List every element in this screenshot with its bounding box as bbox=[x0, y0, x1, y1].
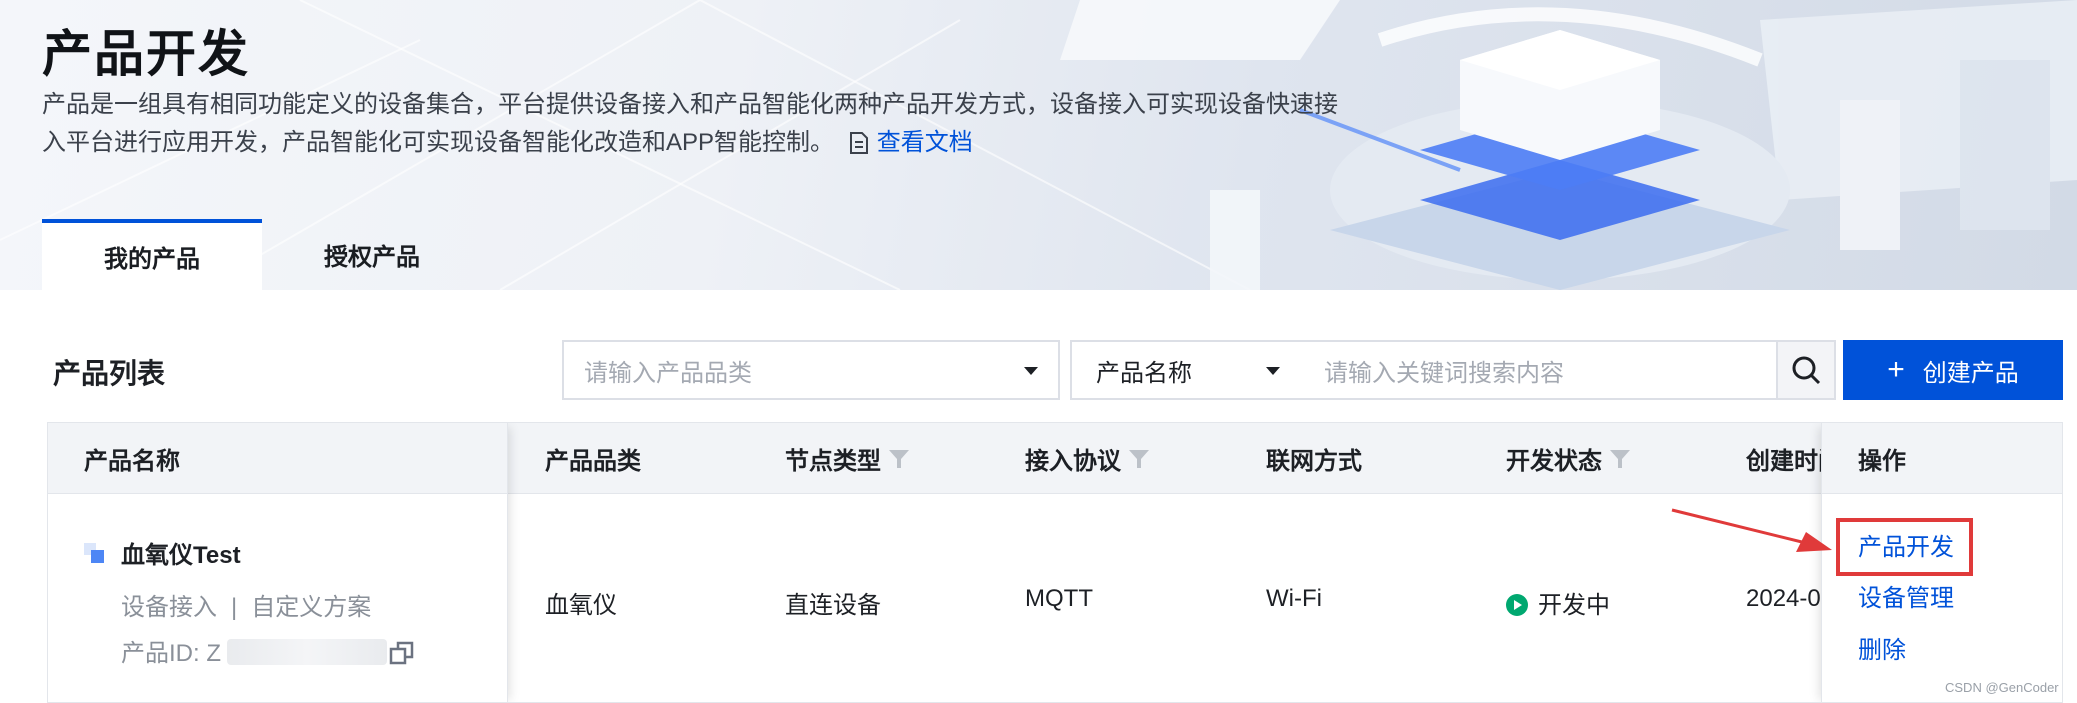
search-input[interactable]: 请输入关键词搜索内容 bbox=[1300, 340, 1778, 400]
tab-authorized-products[interactable]: 授权产品 bbox=[262, 219, 482, 290]
cell-category: 血氧仪 bbox=[545, 592, 617, 619]
fixed-name-column: 产品名称 血氧仪Test 设备接入 | 自定义方案 产品ID: Z bbox=[48, 423, 508, 702]
redacted-id bbox=[227, 639, 388, 665]
product-id-value: Z bbox=[206, 640, 222, 667]
page-description: 产品是一组具有相同功能定义的设备集合，平台提供设备接入和产品智能化两种产品开发方… bbox=[42, 86, 1342, 162]
search-field-select[interactable]: 产品名称 bbox=[1070, 340, 1302, 400]
product-id-label: 产品ID: bbox=[121, 640, 200, 667]
watermark: CSDN @GenCoder bbox=[1945, 680, 2059, 695]
chevron-down-icon bbox=[1024, 367, 1038, 375]
delete-link[interactable]: 删除 bbox=[1858, 630, 1906, 665]
view-docs-link[interactable]: 查看文档 bbox=[877, 129, 973, 156]
search-placeholder: 请输入关键词搜索内容 bbox=[1324, 359, 1564, 387]
page-title: 产品开发 bbox=[42, 26, 250, 82]
search-button[interactable] bbox=[1776, 340, 1836, 400]
scheme-type: 自定义方案 bbox=[251, 594, 372, 621]
play-status-icon bbox=[1506, 594, 1528, 616]
access-type: 设备接入 bbox=[121, 594, 217, 621]
product-name[interactable]: 血氧仪Test bbox=[121, 535, 241, 570]
product-meta: 设备接入 | 自定义方案 bbox=[121, 594, 372, 621]
product-icon bbox=[84, 543, 104, 563]
cell-created: 2024-0 bbox=[1746, 585, 1821, 612]
category-select[interactable]: 请输入产品品类 bbox=[562, 340, 1060, 400]
tab-my-products[interactable]: 我的产品 bbox=[42, 219, 262, 290]
col-category: 产品品类 bbox=[545, 448, 641, 475]
copy-icon[interactable] bbox=[389, 641, 415, 665]
chevron-down-icon bbox=[1266, 367, 1280, 375]
device-manage-link[interactable]: 设备管理 bbox=[1858, 578, 1954, 613]
red-arrow-annotation bbox=[1671, 508, 1832, 552]
create-product-button[interactable]: + 创建产品 bbox=[1843, 340, 2063, 400]
page-banner: 产品开发 产品是一组具有相同功能定义的设备集合，平台提供设备接入和产品智能化两种… bbox=[0, 0, 2077, 290]
product-tabs: 我的产品 授权产品 bbox=[42, 219, 482, 290]
col-node-type: 节点类型 bbox=[785, 423, 909, 494]
cell-dev-status: 开发中 bbox=[1506, 585, 1610, 620]
cell-network: Wi-Fi bbox=[1266, 585, 1322, 612]
filter-icon[interactable] bbox=[1610, 449, 1630, 468]
product-list-title: 产品列表 bbox=[53, 358, 166, 389]
search-icon bbox=[1792, 356, 1821, 385]
col-name: 产品名称 bbox=[84, 448, 180, 475]
red-highlight-box bbox=[1836, 518, 1973, 576]
description-text: 产品是一组具有相同功能定义的设备集合，平台提供设备接入和产品智能化两种产品开发方… bbox=[42, 91, 1338, 156]
col-actions: 操作 bbox=[1822, 423, 2062, 494]
search-field-value: 产品名称 bbox=[1096, 359, 1192, 387]
col-dev-status: 开发状态 bbox=[1506, 423, 1630, 494]
product-id: 产品ID: Z bbox=[121, 633, 415, 668]
document-icon bbox=[849, 132, 868, 154]
cell-node-type: 直连设备 bbox=[785, 592, 881, 619]
filter-icon[interactable] bbox=[889, 449, 909, 468]
col-protocol: 接入协议 bbox=[1025, 423, 1149, 494]
filter-icon[interactable] bbox=[1129, 449, 1149, 468]
col-network: 联网方式 bbox=[1266, 448, 1362, 475]
plus-icon: + bbox=[1887, 353, 1905, 386]
category-placeholder: 请输入产品品类 bbox=[584, 359, 752, 387]
product-table: 产品品类 节点类型 接入协议 联网方式 开发状态 创建时间 血氧仪 直连设备 M… bbox=[47, 422, 2063, 703]
create-product-label: 创建产品 bbox=[1922, 359, 2019, 387]
cell-protocol: MQTT bbox=[1025, 585, 1093, 612]
